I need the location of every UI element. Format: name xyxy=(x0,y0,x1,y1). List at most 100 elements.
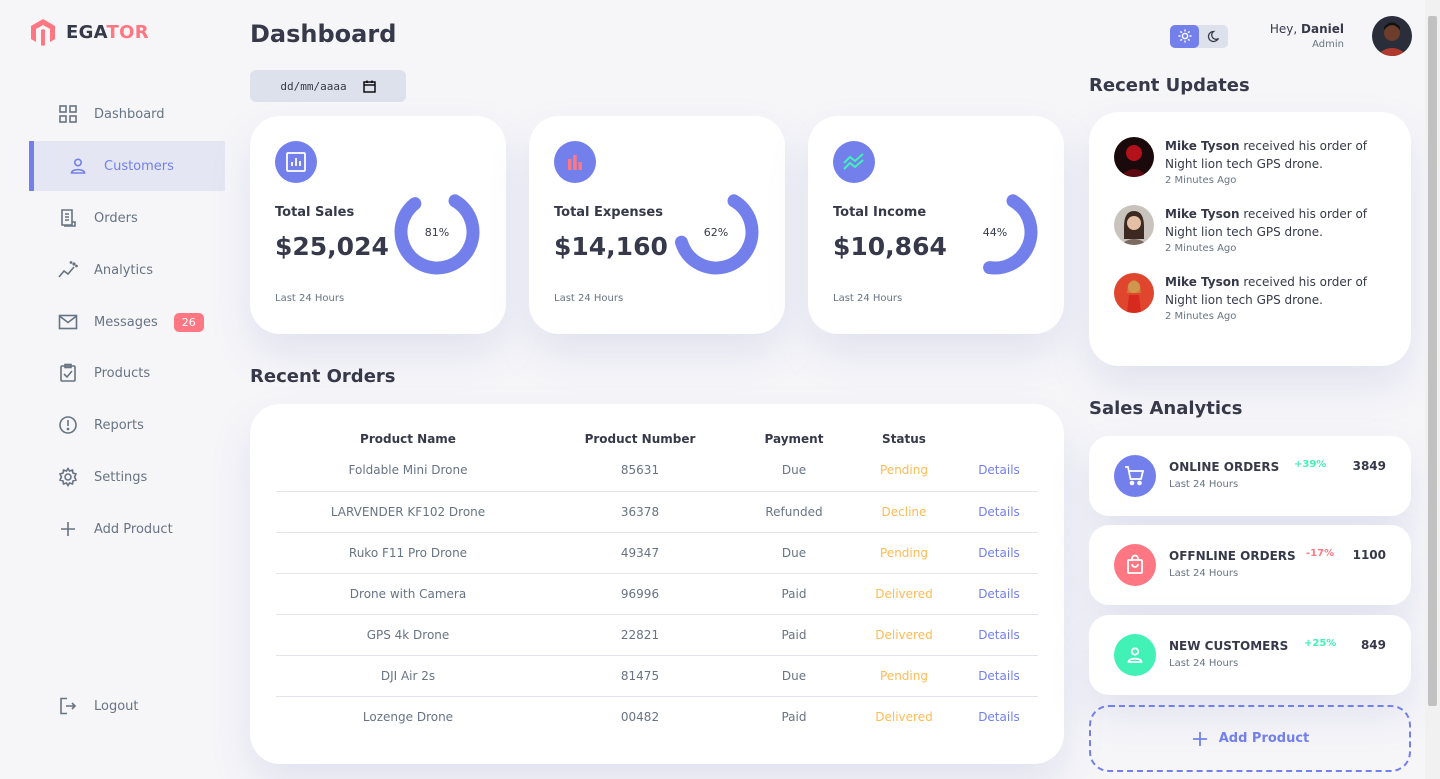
column-header xyxy=(960,428,1038,450)
user-name: Daniel xyxy=(1301,22,1344,36)
person-icon xyxy=(70,158,86,174)
avatar xyxy=(1114,273,1154,313)
details-link[interactable]: Details xyxy=(960,696,1038,737)
details-link[interactable]: Details xyxy=(960,450,1038,492)
brand-name: EGATOR xyxy=(66,21,149,43)
sidebar-item-label: Customers xyxy=(104,158,174,174)
sidebar-item-products[interactable]: Products xyxy=(29,348,225,398)
analytics-subtitle: Last 24 Hours xyxy=(1169,479,1239,490)
product-number-cell: 36378 xyxy=(540,491,740,533)
status-cell: Pending xyxy=(848,450,960,492)
orders-table: Product Name Product Number Payment Status … xyxy=(276,428,1038,737)
date-placeholder: dd/mm/aaaa xyxy=(280,79,347,93)
cart-icon xyxy=(1114,455,1156,497)
brand-logo-icon xyxy=(31,19,55,46)
product-name-cell: DJI Air 2s xyxy=(276,655,540,697)
payment-cell: Paid xyxy=(740,573,848,615)
sidebar-item-messages[interactable]: Messages 26 xyxy=(29,297,225,347)
update-message: Mike Tyson received his order of Night l… xyxy=(1165,275,1368,307)
card-label: Total Income xyxy=(833,205,927,220)
sidebar-item-label: Orders xyxy=(94,210,138,226)
table-header-row: Product Name Product Number Payment Status xyxy=(276,428,1038,450)
status-cell: Pending xyxy=(848,532,960,574)
online-orders-item: ONLINE ORDERS Last 24 Hours +39% 3849 xyxy=(1089,436,1411,516)
analytics-name: ONLINE ORDERS xyxy=(1169,460,1280,474)
card-footer: Last 24 Hours xyxy=(275,293,345,304)
product-number-cell: 96996 xyxy=(540,573,740,615)
user-role: Admin xyxy=(1312,39,1344,50)
product-name-cell: Foldable Mini Drone xyxy=(276,450,540,492)
total-expenses-card: Total Expenses $14,160 62% Last 24 Hours xyxy=(529,116,785,334)
sidebar-item-label: Logout xyxy=(94,698,139,714)
calendar-icon[interactable] xyxy=(362,80,376,93)
avatar xyxy=(1114,205,1154,245)
receipt-icon xyxy=(61,209,76,227)
analytics-change: -17% xyxy=(1306,548,1335,559)
sidebar-item-customers[interactable]: Customers xyxy=(29,141,225,191)
add-product-button[interactable]: Add Product xyxy=(1089,705,1411,772)
analytics-change: +25% xyxy=(1304,638,1337,649)
column-header: Product Number xyxy=(584,432,696,446)
status-cell: Decline xyxy=(848,491,960,533)
sidebar-item-add-product[interactable]: Add Product xyxy=(29,504,225,554)
theme-toggle[interactable] xyxy=(1170,24,1228,48)
card-percent: 62% xyxy=(703,225,729,239)
light-mode-icon[interactable] xyxy=(1170,24,1199,48)
update-time: 2 Minutes Ago xyxy=(1165,175,1237,186)
page-title: Dashboard xyxy=(250,20,397,48)
table-row: GPS 4k Drone 22821 Paid Delivered Details xyxy=(276,614,1038,656)
sidebar-item-label: Add Product xyxy=(94,521,173,537)
scrollbar-thumb[interactable] xyxy=(1428,16,1437,706)
product-number-cell: 85631 xyxy=(540,450,740,492)
recent-updates-title: Recent Updates xyxy=(1089,75,1250,96)
card-amount: $25,024 xyxy=(275,232,389,261)
stacked-line-chart-icon xyxy=(833,141,875,183)
sidebar-item-dashboard[interactable]: Dashboard xyxy=(29,89,225,139)
product-number-cell: 00482 xyxy=(620,709,660,724)
details-link[interactable]: Details xyxy=(960,532,1038,574)
sidebar-item-logout[interactable]: Logout xyxy=(29,681,225,731)
sidebar-item-settings[interactable]: Settings xyxy=(29,452,225,502)
table-row: DJI Air 2s 81475 Due Pending Details xyxy=(276,655,1038,697)
insights-icon xyxy=(58,261,78,278)
card-amount: $10,864 xyxy=(833,232,947,261)
details-link[interactable]: Details xyxy=(960,573,1038,615)
update-item: Mike Tyson received his order of Night l… xyxy=(1114,273,1375,322)
table-row: Drone with Camera 96996 Paid Delivered Detai… xyxy=(276,573,1038,615)
column-header: Status xyxy=(882,432,926,446)
sidebar-item-analytics[interactable]: Analytics xyxy=(29,245,225,295)
details-link[interactable]: Details xyxy=(960,655,1038,697)
analytics-subtitle: Last 24 Hours xyxy=(1169,568,1239,579)
sidebar-item-label: Reports xyxy=(94,417,144,433)
table-row: Ruko F11 Pro Drone 49347 Due Pending Details xyxy=(276,532,1038,574)
status-cell: Delivered xyxy=(875,709,933,724)
add-product-label: Add Product xyxy=(1218,731,1310,746)
sidebar-item-label: Dashboard xyxy=(94,106,165,122)
dark-mode-icon[interactable] xyxy=(1199,25,1228,48)
table-row: Lozenge Drone 00482 Paid Delivered Details xyxy=(276,696,1038,737)
sidebar-item-reports[interactable]: Reports xyxy=(29,400,225,450)
analytics-subtitle: Last 24 Hours xyxy=(1169,658,1239,669)
recent-orders-title: Recent Orders xyxy=(250,366,396,387)
inventory-icon xyxy=(60,363,76,382)
details-link[interactable]: Details xyxy=(960,491,1038,533)
report-icon xyxy=(59,416,77,434)
payment-cell: Due xyxy=(740,450,848,492)
details-link[interactable]: Details xyxy=(960,614,1038,656)
avatar[interactable] xyxy=(1372,16,1412,56)
date-input[interactable]: dd/mm/aaaa xyxy=(250,70,406,102)
analytics-name: NEW CUSTOMERS xyxy=(1169,639,1289,653)
payment-cell: Paid xyxy=(740,614,848,656)
sidebar-item-orders[interactable]: Orders xyxy=(29,193,225,243)
card-label: Total Expenses xyxy=(554,205,663,220)
update-message: Mike Tyson received his order of Night l… xyxy=(1165,139,1368,171)
plus-icon xyxy=(61,522,75,536)
message-count-badge: 26 xyxy=(173,312,204,332)
scrollbar[interactable] xyxy=(1425,0,1440,779)
status-cell: Delivered xyxy=(848,614,960,656)
mail-icon xyxy=(58,314,78,330)
shopping-bag-icon xyxy=(1114,544,1156,586)
total-sales-card: Total Sales $25,024 81% Last 24 Hours xyxy=(250,116,506,334)
product-name-cell: Ruko F11 Pro Drone xyxy=(276,532,540,574)
bar-chart-icon xyxy=(554,141,596,183)
